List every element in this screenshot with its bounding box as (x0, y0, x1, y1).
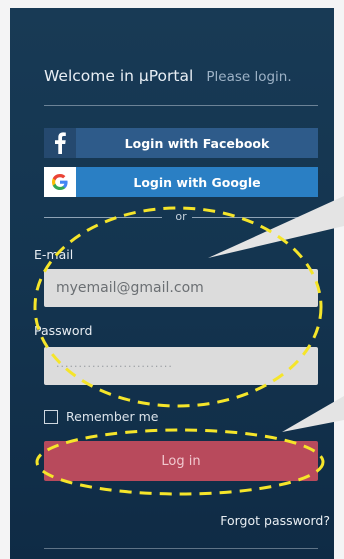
google-login-button[interactable]: Login with Google (44, 167, 318, 197)
google-login-label: Login with Google (133, 174, 261, 190)
password-label: Password (34, 323, 93, 338)
facebook-login-label: Login with Facebook (124, 135, 270, 151)
facebook-icon (44, 128, 76, 158)
forgot-password-link[interactable]: Forgot password? (220, 513, 330, 528)
facebook-login-button[interactable]: Login with Facebook (44, 128, 318, 158)
or-line-right (192, 217, 318, 218)
or-divider: or (44, 210, 318, 224)
password-field[interactable]: ·························· (44, 347, 318, 385)
login-button[interactable]: Log in (44, 441, 318, 481)
password-mask: ·························· (56, 359, 173, 373)
footer-divider (44, 548, 318, 549)
login-header: Welcome in µPortal Please login. (44, 66, 334, 85)
email-field[interactable] (44, 269, 318, 307)
remember-me-checkbox[interactable] (44, 410, 58, 424)
remember-me-label: Remember me (66, 409, 159, 424)
welcome-title: Welcome in µPortal (44, 67, 194, 85)
google-icon (44, 167, 76, 197)
header-divider (44, 105, 318, 106)
email-label: E-mail (34, 247, 74, 262)
please-login-text: Please login. (206, 69, 292, 85)
